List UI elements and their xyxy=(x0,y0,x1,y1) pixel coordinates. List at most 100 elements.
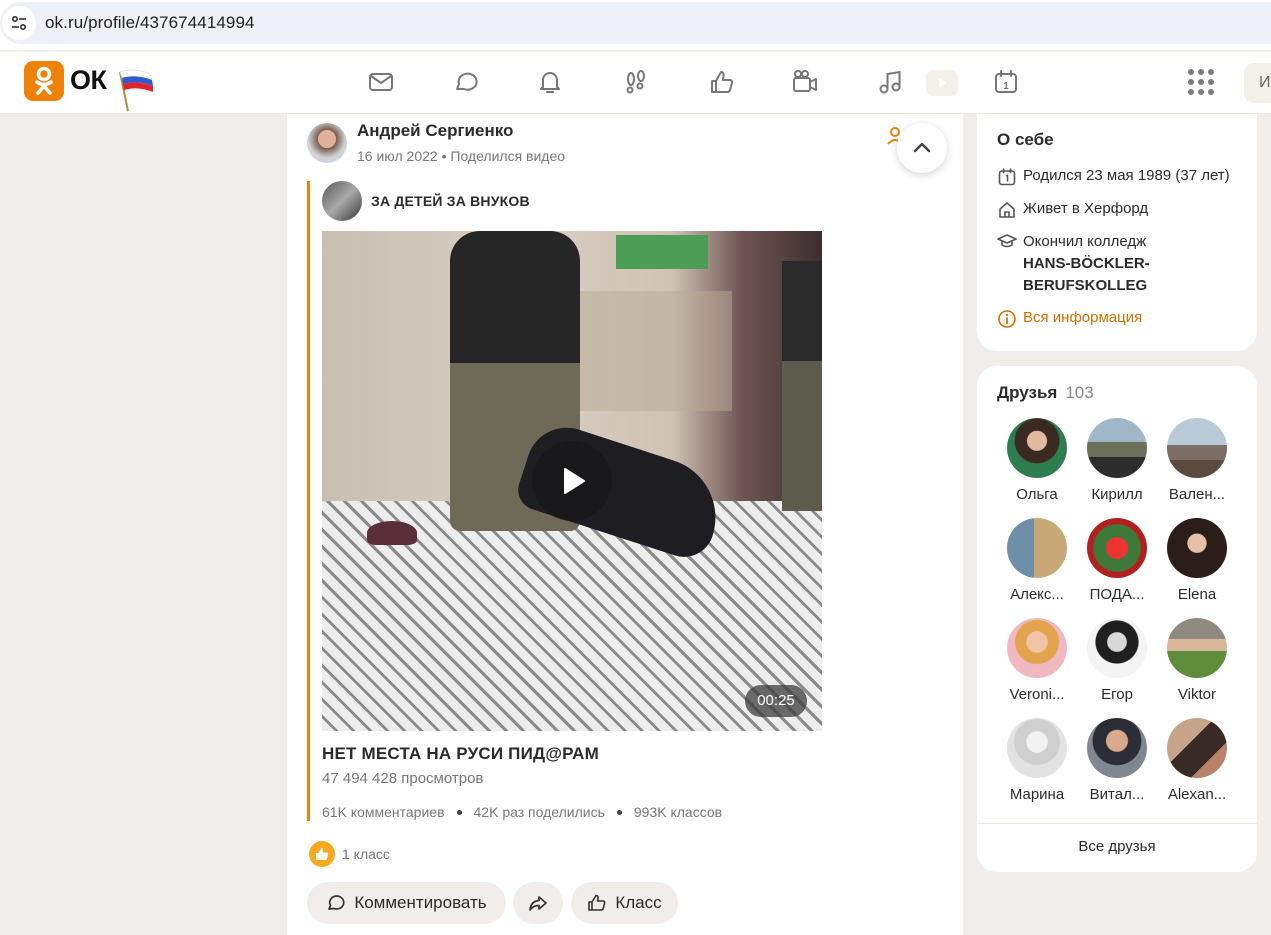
avatar xyxy=(1007,418,1067,478)
like-summary[interactable]: 1 класс xyxy=(309,841,390,867)
avatar xyxy=(1007,718,1067,778)
group-name[interactable]: ЗА ДЕТЕЙ ЗА ВНУКОВ xyxy=(371,193,530,209)
play-button[interactable] xyxy=(532,441,612,521)
friend-item[interactable]: Алекс... xyxy=(997,518,1077,603)
friend-name: Viktor xyxy=(1177,686,1217,703)
avatar xyxy=(1087,718,1147,778)
browser-toolbar: ok.ru/profile/437674414994 xyxy=(0,0,1271,50)
video-icon[interactable] xyxy=(926,70,958,96)
video-frame-object xyxy=(367,521,417,545)
college-name-line-1[interactable]: HANS-BÖCKLER- xyxy=(1023,253,1150,275)
home-icon xyxy=(999,202,1015,218)
friend-item[interactable]: Veroni... xyxy=(997,618,1077,703)
friend-name: Elena xyxy=(1177,586,1217,603)
avatar xyxy=(1167,418,1227,478)
friend-name: Марина xyxy=(1009,786,1065,803)
thumbs-up-icon xyxy=(588,894,606,911)
reshare-accent-line xyxy=(307,181,310,821)
address-bar[interactable]: ok.ru/profile/437674414994 xyxy=(0,2,1271,44)
location-row: Живет в Херфорд xyxy=(997,200,1148,220)
friend-item[interactable]: Elena xyxy=(1157,518,1237,603)
about-card: О себе Родился 23 мая 1989 (37 лет) Живе… xyxy=(977,114,1257,351)
comment-button[interactable]: Комментировать xyxy=(307,882,506,924)
calendar-icon[interactable]: 1 xyxy=(991,67,1021,97)
search-input[interactable]: И xyxy=(1244,63,1271,103)
russia-flag-icon xyxy=(119,69,153,112)
group-avatar[interactable] xyxy=(322,181,362,221)
location-text: Живет в Херфорд xyxy=(1023,200,1149,217)
video-stats: 61K комментариев 42K раз поделились 993K… xyxy=(322,804,722,820)
thumbs-up-icon[interactable] xyxy=(707,67,737,97)
avatar xyxy=(1167,518,1227,578)
share-icon xyxy=(529,896,547,911)
author-name[interactable]: Андрей Сергиенко xyxy=(357,121,513,141)
friend-item[interactable]: Кирилл xyxy=(1077,418,1157,503)
stats-separator xyxy=(456,809,462,815)
avatar xyxy=(1007,518,1067,578)
info-icon xyxy=(998,310,1016,328)
friend-item[interactable]: Витал... xyxy=(1077,718,1157,803)
video-likes-count[interactable]: 993K классов xyxy=(634,804,722,820)
video-title[interactable]: НЕТ МЕСТА НА РУСИ ПИД@РАМ xyxy=(322,744,599,764)
mail-icon[interactable] xyxy=(366,67,396,97)
music-icon[interactable] xyxy=(875,67,905,97)
friend-name: Вален... xyxy=(1168,486,1226,503)
video-duration: 00:25 xyxy=(745,685,807,717)
footprints-icon[interactable] xyxy=(621,67,651,97)
bell-icon[interactable] xyxy=(535,67,565,97)
calendar-day: 1 xyxy=(1003,81,1009,92)
video-shares-count[interactable]: 42K раз поделились xyxy=(474,804,605,820)
scroll-up-button[interactable] xyxy=(897,123,947,173)
friend-name: Витал... xyxy=(1089,786,1145,803)
calendar-icon xyxy=(998,168,1016,186)
friend-name: Ольга xyxy=(1016,486,1058,503)
avatar xyxy=(1087,518,1147,578)
like-button-label: Класс xyxy=(615,893,662,912)
logo-text[interactable]: ОК xyxy=(70,65,107,96)
friends-title: Друзья xyxy=(997,383,1058,402)
share-button[interactable] xyxy=(513,882,563,924)
video-views: 47 494 428 просмотров xyxy=(322,770,484,787)
comment-button-label: Комментировать xyxy=(354,893,487,912)
stats-separator xyxy=(616,809,622,815)
site-settings-icon[interactable] xyxy=(2,6,36,40)
friend-item[interactable]: ПОДА... xyxy=(1077,518,1157,603)
all-info-link[interactable]: Вся информация xyxy=(997,309,1142,329)
ok-logo-icon[interactable] xyxy=(24,61,64,101)
video-comments-count[interactable]: 61K комментариев xyxy=(322,804,445,820)
college-name-line-2[interactable]: BERUFSKOLLEG xyxy=(1023,275,1150,297)
like-button[interactable]: Класс xyxy=(571,882,678,924)
play-icon xyxy=(564,468,585,494)
education-prefix: Окончил колледж xyxy=(1023,233,1147,250)
video-thumbnail[interactable]: 00:25 xyxy=(322,231,822,731)
avatar xyxy=(1087,618,1147,678)
education-text: Окончил колледж HANS-BÖCKLER- BERUFSKOLL… xyxy=(1023,231,1150,297)
about-title: О себе xyxy=(997,130,1054,149)
video-frame-sign xyxy=(616,235,708,269)
friend-name: Veroni... xyxy=(1009,686,1065,703)
friend-item[interactable]: Alexan... xyxy=(1157,718,1237,803)
author-avatar[interactable] xyxy=(307,123,347,163)
all-friends-link[interactable]: Все друзья xyxy=(977,838,1257,855)
friend-item[interactable]: Вален... xyxy=(1157,418,1237,503)
post-date[interactable]: 16 июл 2022 xyxy=(357,148,438,164)
birthday-text: Родился 23 мая 1989 (37 лет) xyxy=(1023,167,1230,184)
friend-item[interactable]: Ольга xyxy=(997,418,1077,503)
birthday-row: Родился 23 мая 1989 (37 лет) xyxy=(997,167,1230,187)
friends-header[interactable]: Друзья 103 xyxy=(997,383,1094,403)
chat-icon[interactable] xyxy=(451,67,481,97)
friends-count: 103 xyxy=(1065,383,1094,402)
friend-item[interactable]: Егор xyxy=(1077,618,1157,703)
comment-icon xyxy=(328,895,345,910)
chevron-up-icon xyxy=(913,142,931,153)
post-action: Поделился видео xyxy=(450,148,566,164)
friend-item[interactable]: Марина xyxy=(997,718,1077,803)
friend-name: Егор xyxy=(1101,686,1133,703)
friend-item[interactable]: Viktor xyxy=(1157,618,1237,703)
apps-grid-icon[interactable] xyxy=(1187,68,1215,96)
friend-name: ПОДА... xyxy=(1089,586,1145,603)
video-frame-figure xyxy=(782,261,822,511)
address-url[interactable]: ok.ru/profile/437674414994 xyxy=(45,13,255,33)
avatar xyxy=(1007,618,1067,678)
camera-icon[interactable] xyxy=(790,67,820,97)
